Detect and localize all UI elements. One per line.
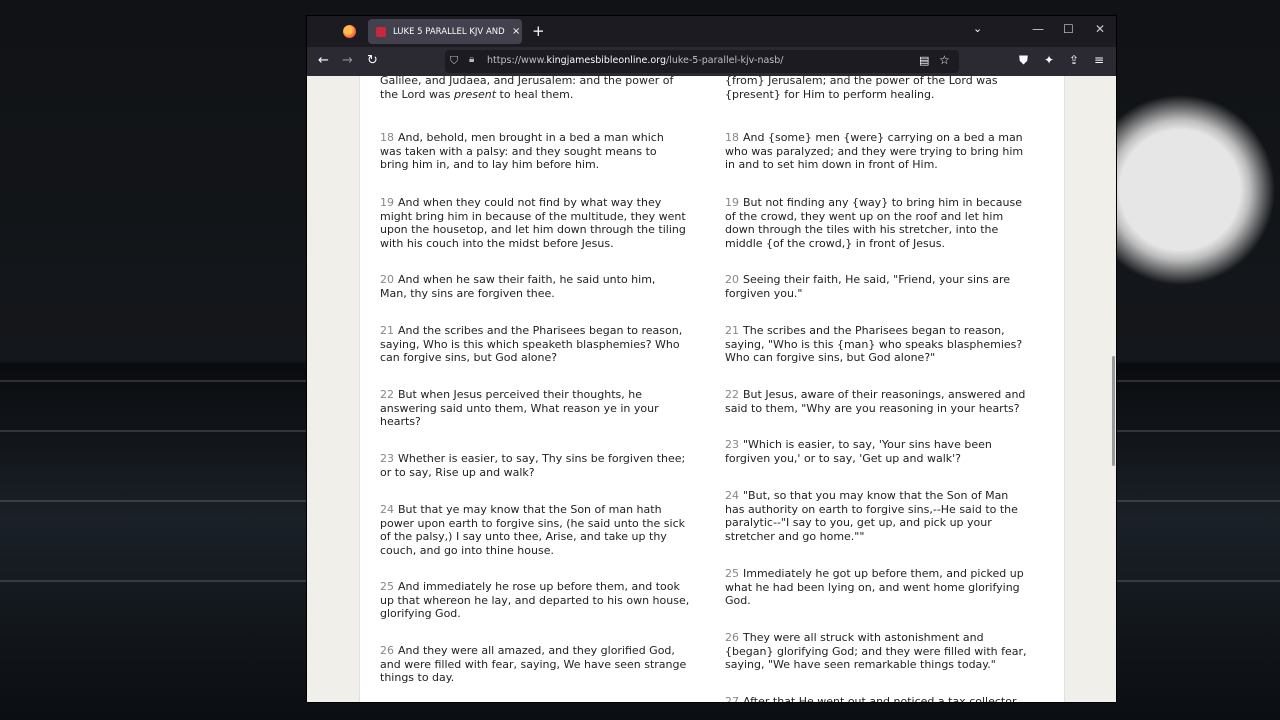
verse-line: {from} Jerusalem; and the power of the L… bbox=[725, 76, 998, 87]
share-icon[interactable]: ⇪ bbox=[1069, 53, 1079, 67]
verse-22: 22 But when Jesus perceived their thought… bbox=[380, 388, 659, 428]
reader-icon[interactable]: ▤ bbox=[919, 54, 929, 67]
verse-number: 21 bbox=[380, 324, 394, 337]
shield-icon[interactable]: ⛉ bbox=[450, 54, 458, 68]
verse-number: 22 bbox=[725, 388, 739, 401]
list-tabs-icon[interactable]: ⌄ bbox=[973, 22, 982, 35]
firefox-icon[interactable] bbox=[343, 25, 356, 38]
verse-line: the Lord was present to heal them. bbox=[380, 87, 574, 101]
pocket-icon[interactable]: ⛊ bbox=[1019, 53, 1028, 68]
verse-19: 19 But not finding any {way} to bring him… bbox=[725, 196, 1023, 250]
verse-number: 21 bbox=[725, 324, 739, 337]
verse-number: 25 bbox=[380, 580, 394, 593]
browser-window: LUKE 5 PARALLEL KJV AND NEW AMERICAN STA… bbox=[306, 15, 1117, 703]
reload-icon[interactable]: ↻ bbox=[367, 53, 378, 68]
verse-number: 18 bbox=[725, 131, 739, 144]
verse-24: 24 But that ye may know that the Son of m… bbox=[380, 503, 685, 557]
url-bar[interactable]: ⛉ 🔒︎ https://www.kingjamesbibleonline.or… bbox=[445, 50, 959, 73]
page-content: Galilee, and Judaea, and Jerusalem: and … bbox=[307, 76, 1116, 703]
url-text[interactable]: https://www.kingjamesbibleonline.org/luk… bbox=[487, 55, 783, 66]
verse-fragment: Galilee, and Judaea, and Jerusalem: and … bbox=[380, 76, 700, 101]
tab-bar: LUKE 5 PARALLEL KJV AND NEW AMERICAN STA… bbox=[307, 16, 1116, 47]
verse-number: 19 bbox=[380, 196, 394, 209]
forward-icon[interactable]: → bbox=[342, 53, 353, 68]
verse-number: 26 bbox=[380, 644, 394, 657]
site-favicon-icon bbox=[376, 26, 386, 37]
verse-18: 18 And, behold, men brought in a bed a ma… bbox=[380, 131, 664, 171]
verse-23: 23 "Which is easier, to say, 'Your sins h… bbox=[725, 438, 992, 465]
verse-number: 20 bbox=[380, 273, 394, 286]
new-tab-button[interactable]: + bbox=[532, 22, 545, 40]
verse-26: 26 They were all struck with astonishment… bbox=[725, 631, 1027, 671]
close-icon[interactable]: ✕ bbox=[1095, 22, 1105, 36]
verse-line: {present} for Him to perform healing. bbox=[725, 87, 935, 101]
verse-fragment: {from} Jerusalem; and the power of the L… bbox=[725, 76, 1045, 101]
verse-number: 20 bbox=[725, 273, 739, 286]
parallel-bible-page: Galilee, and Judaea, and Jerusalem: and … bbox=[359, 76, 1065, 703]
verse-18: 18 And {some} men {were} carrying on a be… bbox=[725, 131, 1024, 171]
back-icon[interactable]: ← bbox=[318, 53, 329, 68]
page-scrollbar[interactable] bbox=[1112, 356, 1115, 466]
verse-20: 20 And when he saw their faith, he said u… bbox=[380, 273, 656, 300]
verse-24: 24 "But, so that you may know that the So… bbox=[725, 489, 1018, 543]
tab-close-icon[interactable]: × bbox=[510, 26, 522, 37]
verse-20: 20 Seeing their faith, He said, "Friend, … bbox=[725, 273, 1011, 300]
lock-icon[interactable]: 🔒︎ bbox=[469, 54, 474, 65]
tab-active[interactable]: LUKE 5 PARALLEL KJV AND NEW AMERICAN STA… bbox=[368, 19, 522, 44]
verse-number: 24 bbox=[380, 503, 394, 516]
extension-icon[interactable]: ✦ bbox=[1044, 53, 1054, 67]
verse-23: 23 Whether is easier, to say, Thy sins be… bbox=[380, 452, 686, 479]
verse-number: 26 bbox=[725, 631, 739, 644]
verse-number: 22 bbox=[380, 388, 394, 401]
verse-line: Galilee, and Judaea, and Jerusalem: and … bbox=[380, 76, 674, 87]
verse-27: 27 After that He went out and noticed a t… bbox=[725, 695, 1045, 703]
verse-25: 25 And immediately he rose up before them… bbox=[380, 580, 690, 620]
verse-26: 26 And they were all amazed, and they glo… bbox=[380, 644, 687, 684]
verse-number: 23 bbox=[725, 438, 739, 451]
verse-19: 19 And when they could not find by what w… bbox=[380, 196, 686, 250]
navigation-toolbar: ← → ↻ ⛉ 🔒︎ https://www.kingjamesbibleonl… bbox=[307, 47, 1116, 76]
verse-21: 21 And the scribes and the Pharisees bega… bbox=[380, 324, 683, 364]
verse-25: 25 Immediately he got up before them, and… bbox=[725, 567, 1024, 607]
verse-22: 22 But Jesus, aware of their reasonings, … bbox=[725, 388, 1026, 415]
minimize-icon[interactable]: — bbox=[1032, 22, 1044, 36]
bookmark-star-icon[interactable]: ☆ bbox=[939, 53, 950, 67]
verse-number: 25 bbox=[725, 567, 739, 580]
tab-title: LUKE 5 PARALLEL KJV AND NEW AMERICAN STA… bbox=[393, 26, 508, 37]
verse-number: 24 bbox=[725, 489, 739, 502]
verse-number: 18 bbox=[380, 131, 394, 144]
maximize-icon[interactable]: ☐ bbox=[1063, 22, 1074, 36]
verse-number: 19 bbox=[725, 196, 739, 209]
verse-number: 23 bbox=[380, 452, 394, 465]
verse-21: 21 The scribes and the Pharisees began to… bbox=[725, 324, 1023, 364]
verse-number: 27 bbox=[725, 695, 739, 703]
menu-icon[interactable]: ≡ bbox=[1094, 53, 1104, 67]
